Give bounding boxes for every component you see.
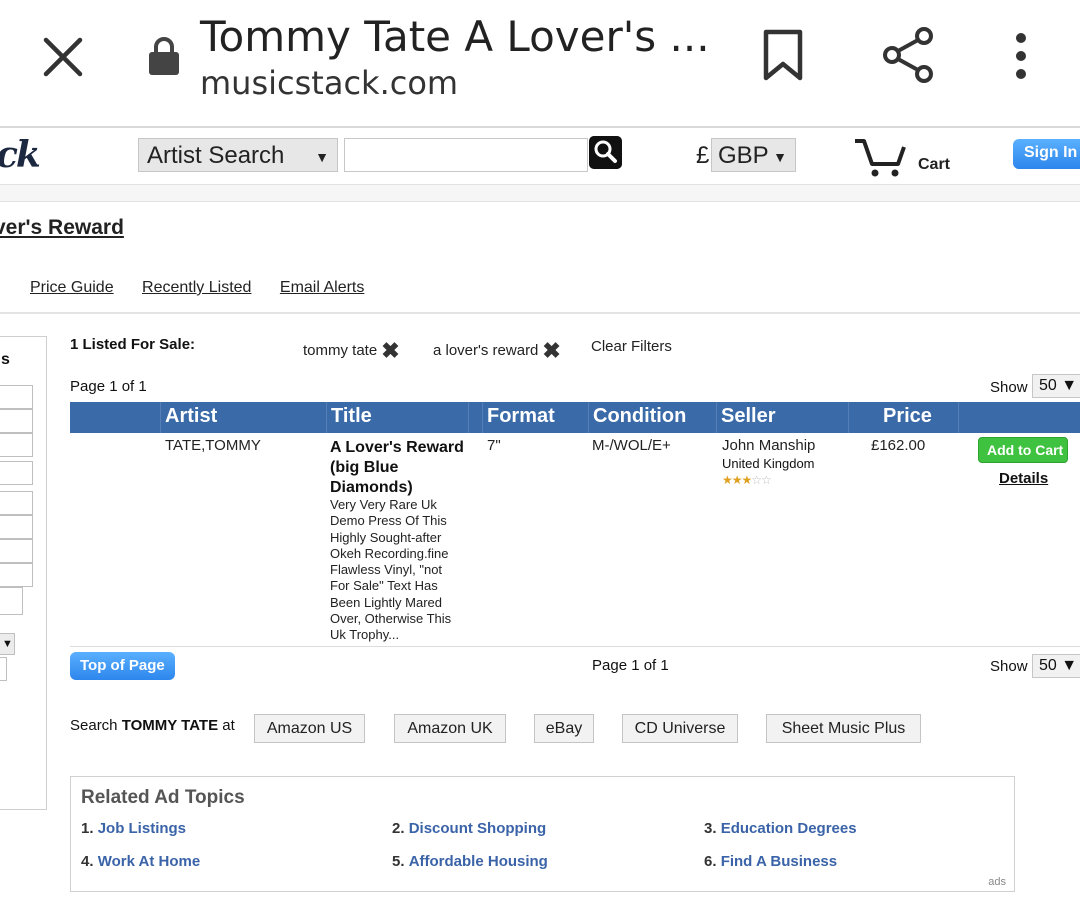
cart-label[interactable]: Cart — [918, 156, 950, 174]
item-description: Very Very Rare Uk Demo Press Of This Hig… — [330, 497, 452, 643]
ad-heading: Related Ad Topics — [81, 787, 245, 808]
top-of-page-button[interactable]: Top of Page — [70, 652, 175, 680]
browser-toolbar: Tommy Tate A Lover's ... musicstack.com — [0, 0, 1080, 128]
column-artist[interactable]: Artist — [160, 402, 326, 433]
filter-input[interactable] — [0, 433, 33, 457]
currency-select[interactable]: GBP ▼ — [711, 138, 796, 172]
nav-price-guide[interactable]: Price Guide — [30, 279, 114, 296]
seller-name[interactable]: John Manship — [722, 437, 815, 454]
show-label: Show — [990, 658, 1028, 675]
clear-filters-link[interactable]: Clear Filters — [591, 338, 672, 355]
column-price[interactable]: Price — [848, 402, 958, 433]
filter-input[interactable] — [0, 461, 33, 485]
artist-cell[interactable]: TATE,TOMMY — [165, 437, 261, 454]
search-cd-universe-button[interactable]: CD Universe — [622, 714, 738, 743]
cart-icon[interactable] — [852, 136, 908, 178]
filter-input[interactable] — [0, 539, 33, 563]
page-title[interactable]: ver's Reward — [0, 216, 124, 240]
column-format[interactable]: Format — [482, 402, 588, 433]
divider — [70, 646, 1080, 647]
filter-input[interactable] — [0, 491, 33, 515]
more-options-icon[interactable] — [1008, 30, 1034, 82]
results-per-page-select-bottom[interactable]: 50 ▼ — [1032, 654, 1080, 678]
column-title[interactable]: Title — [326, 402, 468, 433]
format-cell: 7" — [487, 437, 501, 454]
search-icon[interactable] — [589, 136, 622, 169]
seller-rating-stars: ★★★☆☆ — [722, 473, 772, 487]
remove-filter-icon[interactable]: ✖ — [542, 338, 560, 364]
filter-input[interactable] — [0, 587, 23, 615]
sub-navigation: Price Guide Recently Listed Email Alerts — [30, 279, 388, 297]
remove-filter-icon[interactable]: ✖ — [381, 338, 399, 364]
bookmark-icon[interactable] — [760, 28, 806, 82]
related-ad-topics: Related Ad Topics 1. Job Listings 2. Dis… — [70, 776, 1015, 892]
sidebar-heading: s — [1, 351, 10, 368]
filter-input[interactable] — [0, 563, 33, 587]
seller-location: United Kingdom — [722, 456, 815, 471]
currency-value: GBP — [718, 142, 769, 169]
results-table-header: Artist Title Format Condition Seller Pri… — [70, 402, 1080, 433]
currency-symbol: £ — [696, 142, 710, 169]
listed-count: 1 Listed For Sale: — [70, 336, 196, 353]
condition-cell: M-/WOL/E+ — [592, 437, 671, 454]
filter-input[interactable] — [0, 409, 33, 433]
filter-sidebar: s ▼ — [0, 336, 47, 810]
search-ebay-button[interactable]: eBay — [534, 714, 594, 743]
search-at-label: Search TOMMY TATE at — [70, 717, 235, 734]
search-type-value: Artist Search — [147, 142, 285, 169]
ad-item[interactable]: 6. Find A Business — [704, 853, 837, 870]
nav-recently-listed[interactable]: Recently Listed — [142, 279, 251, 296]
filter-select[interactable]: ▼ — [0, 633, 15, 655]
ad-item[interactable]: 4. Work At Home — [81, 853, 200, 870]
chevron-down-icon: ▼ — [773, 149, 787, 165]
price-cell: £162.00 — [871, 437, 926, 454]
column-condition[interactable]: Condition — [588, 402, 716, 433]
lock-icon — [149, 37, 179, 75]
search-type-select[interactable]: Artist Search ▼ — [138, 138, 338, 172]
ad-item[interactable]: 5. Affordable Housing — [392, 853, 548, 870]
site-header: ck Artist Search ▼ £ GBP ▼ Cart Sign In — [0, 130, 1080, 184]
filter-button[interactable] — [0, 657, 7, 681]
column-actions — [958, 402, 1080, 433]
ad-item[interactable]: 3. Education Degrees — [704, 820, 857, 837]
share-icon[interactable] — [880, 26, 936, 84]
nav-email-alerts[interactable]: Email Alerts — [280, 279, 364, 296]
column-seller[interactable]: Seller — [716, 402, 848, 433]
sign-in-button[interactable]: Sign In — [1013, 139, 1080, 169]
filter-input[interactable] — [0, 385, 33, 409]
show-label: Show — [990, 379, 1028, 396]
page-indicator: Page 1 of 1 — [70, 378, 147, 395]
filter-chip-artist[interactable]: tommy tate ✖ — [303, 338, 400, 364]
column-spacer — [468, 402, 482, 433]
page-url[interactable]: musicstack.com — [200, 64, 458, 102]
filter-chip-title[interactable]: a lover's reward ✖ — [433, 338, 561, 364]
page-indicator-bottom: Page 1 of 1 — [592, 657, 669, 674]
close-icon[interactable] — [40, 34, 86, 80]
chevron-down-icon: ▼ — [315, 149, 329, 165]
divider — [0, 312, 1080, 314]
results-per-page-select[interactable]: 50 ▼ — [1032, 374, 1080, 398]
add-to-cart-button[interactable]: Add to Cart — [978, 437, 1068, 463]
search-sheet-music-plus-button[interactable]: Sheet Music Plus — [766, 714, 921, 743]
site-logo[interactable]: ck — [0, 134, 41, 176]
search-input[interactable] — [344, 138, 588, 172]
filter-input[interactable] — [0, 515, 33, 539]
ad-item[interactable]: 1. Job Listings — [81, 820, 186, 837]
header-divider — [0, 184, 1080, 202]
ad-item[interactable]: 2. Discount Shopping — [392, 820, 546, 837]
search-amazon-us-button[interactable]: Amazon US — [254, 714, 365, 743]
details-link[interactable]: Details — [999, 470, 1048, 487]
title-link[interactable]: A Lover's Reward (big Blue Diamonds) — [330, 438, 470, 498]
ads-label: ads — [988, 876, 1006, 888]
tab-title: Tommy Tate A Lover's ... — [200, 12, 710, 61]
search-amazon-uk-button[interactable]: Amazon UK — [394, 714, 506, 743]
